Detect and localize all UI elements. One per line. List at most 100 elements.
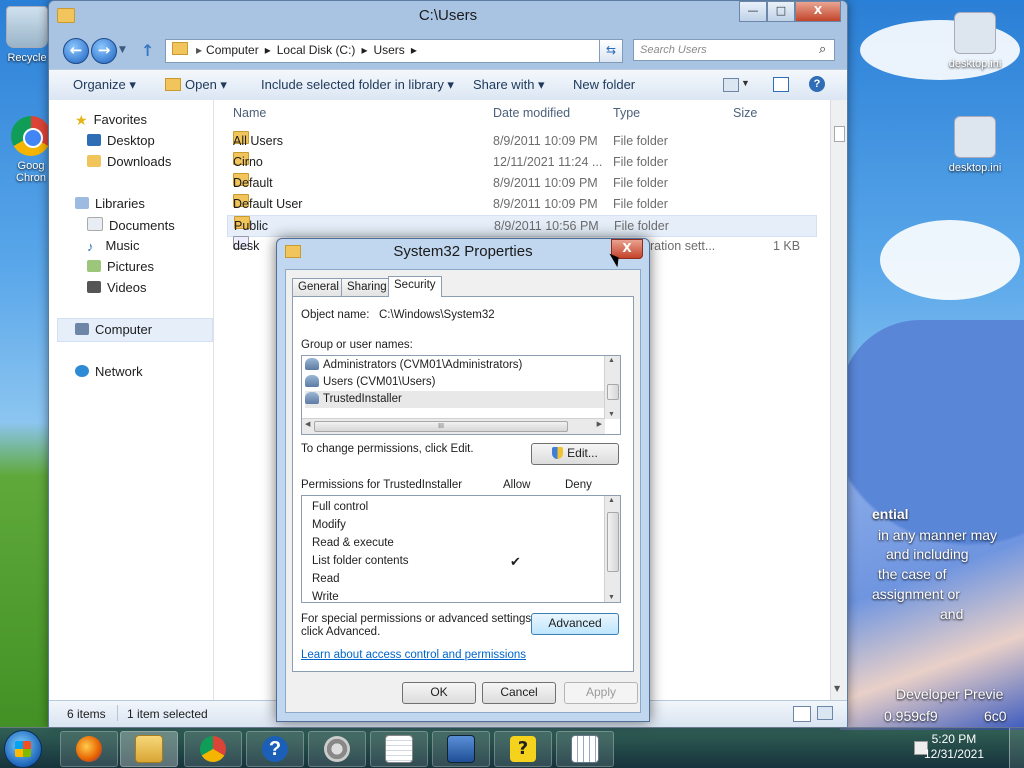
breadcrumb-computer[interactable]: Computer <box>206 43 259 57</box>
file-date: 8/9/2011 10:09 PM <box>493 197 598 211</box>
breadcrumb-local-disk[interactable]: Local Disk (C:) <box>277 43 356 57</box>
preview-pane-icon[interactable] <box>773 77 789 92</box>
scroll-down-icon[interactable]: ▼ <box>608 411 615 418</box>
show-desktop-button[interactable] <box>1009 728 1024 768</box>
search-input[interactable]: Search Users <box>633 39 835 61</box>
taskbar-notepad[interactable] <box>370 731 428 767</box>
start-button[interactable] <box>4 730 42 768</box>
maximize-button[interactable]: □ <box>767 1 795 22</box>
breadcrumb-separator-icon[interactable]: ▸ <box>361 43 367 57</box>
edit-button[interactable]: Edit... <box>531 443 619 465</box>
taskbar-scheduler[interactable] <box>556 731 614 767</box>
details-view-icon[interactable] <box>793 706 811 722</box>
large-icons-view-icon[interactable] <box>817 706 833 720</box>
nav-network[interactable]: Network <box>75 364 143 379</box>
group-user-list[interactable]: Administrators (CVM01\Administrators) Us… <box>301 355 621 435</box>
taskbar-explorer[interactable] <box>120 731 178 767</box>
column-header-size[interactable]: Size <box>733 106 757 120</box>
change-view-icon[interactable] <box>723 78 739 92</box>
status-divider <box>117 705 118 721</box>
chevron-down-icon[interactable]: ▼ <box>741 78 750 88</box>
group-list-hscroll[interactable]: ◀ III ▶ <box>302 418 605 434</box>
minimize-button[interactable]: — <box>739 1 767 22</box>
nav-computer[interactable]: Computer <box>75 322 152 337</box>
organize-button[interactable]: Organize ▾ <box>73 77 136 93</box>
taskbar-chrome[interactable] <box>184 731 242 767</box>
explorer-titlebar[interactable]: C:\Users — □ X <box>49 1 847 31</box>
help-icon[interactable]: ? <box>809 76 825 92</box>
scrollbar-thumb[interactable]: III <box>314 421 568 432</box>
desktop-icon-desktop-ini[interactable]: desktop.ini <box>940 12 1010 70</box>
monitor-icon <box>447 735 475 763</box>
taskbar-clock[interactable]: 5:20 PM 12/31/2021 <box>924 732 984 762</box>
breadcrumb-users[interactable]: Users <box>373 43 404 57</box>
file-row[interactable]: Cirno 12/11/2021 11:24 ... File folder <box>227 152 817 172</box>
scroll-right-icon[interactable]: ▶ <box>597 420 602 428</box>
scroll-down-icon[interactable]: ▼ <box>608 594 615 601</box>
advanced-button[interactable]: Advanced <box>531 613 619 635</box>
nav-desktop[interactable]: Desktop <box>87 133 155 148</box>
up-button[interactable]: ↑ <box>141 41 154 60</box>
nav-libraries[interactable]: Libraries <box>75 196 145 211</box>
scroll-up-icon[interactable]: ▲ <box>608 357 615 364</box>
list-item[interactable]: Administrators (CVM01\Administrators) <box>305 357 604 374</box>
permissions-list[interactable]: Full control Modify Read & execute List … <box>301 495 621 603</box>
scroll-up-icon[interactable]: ▲ <box>608 497 615 504</box>
group-list-vscroll[interactable]: ▲ ▼ <box>604 356 620 419</box>
breadcrumb-separator-icon[interactable]: ▸ <box>265 43 271 57</box>
search-icon[interactable]: ⌕ <box>819 42 826 57</box>
file-row[interactable]: Default 8/9/2011 10:09 PM File folder <box>227 173 817 193</box>
recent-pages-chevron-icon[interactable]: ▼ <box>119 45 126 55</box>
ok-button[interactable]: OK <box>402 682 476 704</box>
nav-downloads[interactable]: Downloads <box>87 154 171 169</box>
taskbar-remote-desktop[interactable] <box>432 731 490 767</box>
file-row-selected[interactable]: Public 8/9/2011 10:56 PM File folder <box>227 215 817 237</box>
column-header-type[interactable]: Type <box>613 106 640 120</box>
clock-date: 12/31/2021 <box>923 747 984 761</box>
back-button[interactable]: ← <box>63 38 89 64</box>
nav-favorites[interactable]: ★ Favorites <box>75 112 147 128</box>
tab-general[interactable]: General <box>292 278 345 296</box>
close-button[interactable]: X <box>795 1 841 22</box>
nav-videos[interactable]: Videos <box>87 280 147 295</box>
nav-documents[interactable]: Documents <box>87 217 175 233</box>
cancel-button[interactable]: Cancel <box>482 682 556 704</box>
include-in-library-button[interactable]: Include selected folder in library ▾ <box>261 77 454 93</box>
scrollbar-thumb[interactable] <box>607 384 619 400</box>
taskbar-settings[interactable] <box>308 731 366 767</box>
nav-pictures[interactable]: Pictures <box>87 259 154 274</box>
apply-button[interactable]: Apply <box>564 682 638 704</box>
breadcrumb-separator-icon[interactable]: ▸ <box>411 43 417 57</box>
vertical-scrollbar[interactable]: ▼ <box>830 100 847 701</box>
column-header-date[interactable]: Date modified <box>493 106 570 120</box>
recycle-bin-icon <box>6 6 48 48</box>
navigation-bar: ← → ▼ ↑ ▸ Computer ▸ Local Disk (C:) ▸ Users ▸… <box>49 35 847 65</box>
scrollbar-thumb[interactable] <box>834 126 845 142</box>
file-row[interactable]: Default User 8/9/2011 10:09 PM File fold… <box>227 194 817 214</box>
refresh-button[interactable]: ⇆ <box>599 39 623 63</box>
column-header-name[interactable]: Name <box>233 106 266 120</box>
desktop-icon-desktop-ini-2[interactable]: desktop.ini <box>940 116 1010 174</box>
file-row[interactable]: All Users 8/9/2011 10:09 PM File folder <box>227 131 817 151</box>
taskbar-firefox[interactable] <box>60 731 118 767</box>
forward-button[interactable]: → <box>91 38 117 64</box>
taskbar-help[interactable]: ? <box>246 731 304 767</box>
permissions-vscroll[interactable]: ▲ ▼ <box>604 496 620 602</box>
file-type: File folder <box>613 176 668 190</box>
file-name: desk <box>233 239 260 253</box>
open-button[interactable]: Open ▾ <box>185 77 227 93</box>
list-item[interactable]: Users (CVM01\Users) <box>305 374 604 391</box>
taskbar-help-file[interactable]: ? <box>494 731 552 767</box>
address-bar[interactable]: ▸Computer▸Local Disk (C:)▸Users▸ ▼ <box>165 39 621 63</box>
learn-access-control-link[interactable]: Learn about access control and permissio… <box>301 649 526 661</box>
new-folder-button[interactable]: New folder <box>573 77 635 92</box>
nav-music[interactable]: ♪ Music <box>87 238 139 254</box>
scrollbar-thumb[interactable] <box>607 512 619 572</box>
share-with-button[interactable]: Share with ▾ <box>473 77 545 93</box>
list-item-selected[interactable]: TrustedInstaller <box>305 391 604 408</box>
tab-sharing[interactable]: Sharing <box>341 278 393 296</box>
scroll-down-icon[interactable]: ▼ <box>834 684 840 693</box>
scroll-left-icon[interactable]: ◀ <box>305 420 310 428</box>
properties-dialog[interactable]: System32 Properties X General Sharing Se… <box>276 238 650 722</box>
tab-security[interactable]: Security <box>388 276 442 297</box>
